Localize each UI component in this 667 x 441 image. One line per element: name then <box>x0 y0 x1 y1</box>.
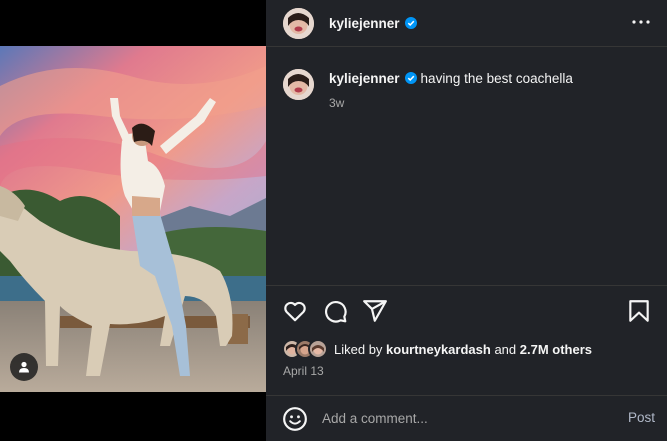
likes-others-count[interactable]: 2.7M others <box>520 342 592 357</box>
liker-username[interactable]: kourtneykardash <box>386 342 491 357</box>
caption-username[interactable]: kyliejenner <box>329 71 400 86</box>
media-pane <box>0 0 266 441</box>
likes-summary[interactable]: Liked by kourtneykardash and 2.7M others <box>282 339 592 359</box>
caption-text: having the best coachella <box>420 71 573 86</box>
post-date[interactable]: April 13 <box>283 364 324 378</box>
comment-bar: Post <box>266 396 667 441</box>
bookmark-icon <box>629 300 649 322</box>
comment-button[interactable] <box>322 298 348 324</box>
comment-input[interactable] <box>322 411 592 426</box>
author-username[interactable]: kyliejenner <box>329 16 400 31</box>
post-comment-button[interactable]: Post <box>628 410 655 425</box>
liker-avatars <box>282 339 328 359</box>
save-button[interactable] <box>626 298 652 324</box>
caption-row: kyliejenner having the best coachella 3w <box>283 69 653 113</box>
post-photo[interactable] <box>0 46 266 392</box>
header-divider <box>266 46 667 47</box>
likes-text: Liked by kourtneykardash and 2.7M others <box>334 342 592 357</box>
more-options-button[interactable] <box>631 12 651 32</box>
caption-age[interactable]: 3w <box>329 93 573 113</box>
post-detail-pane: kyliejenner kyliejenner having the best c… <box>266 0 667 441</box>
user-tag-button[interactable] <box>10 353 38 381</box>
avatar <box>308 339 328 359</box>
share-button[interactable] <box>362 298 388 324</box>
caption: kyliejenner having the best coachella 3w <box>329 69 573 113</box>
comment-icon <box>325 301 347 323</box>
user-tag-icon <box>19 361 29 373</box>
likes-prefix: Liked by <box>334 341 383 357</box>
actions-divider <box>266 285 667 286</box>
heart-icon <box>284 301 306 322</box>
likes-connector: and <box>494 341 517 357</box>
emoji-button[interactable] <box>282 406 308 432</box>
post-header: kyliejenner <box>266 0 667 46</box>
more-options-icon <box>632 20 650 24</box>
author-avatar[interactable] <box>283 7 314 39</box>
verified-badge-icon <box>404 17 417 29</box>
action-bar <box>282 298 657 326</box>
verified-badge-icon <box>404 72 417 84</box>
share-icon <box>363 300 387 322</box>
emoji-icon <box>283 406 307 431</box>
caption-avatar[interactable] <box>283 69 314 100</box>
like-button[interactable] <box>282 298 308 324</box>
